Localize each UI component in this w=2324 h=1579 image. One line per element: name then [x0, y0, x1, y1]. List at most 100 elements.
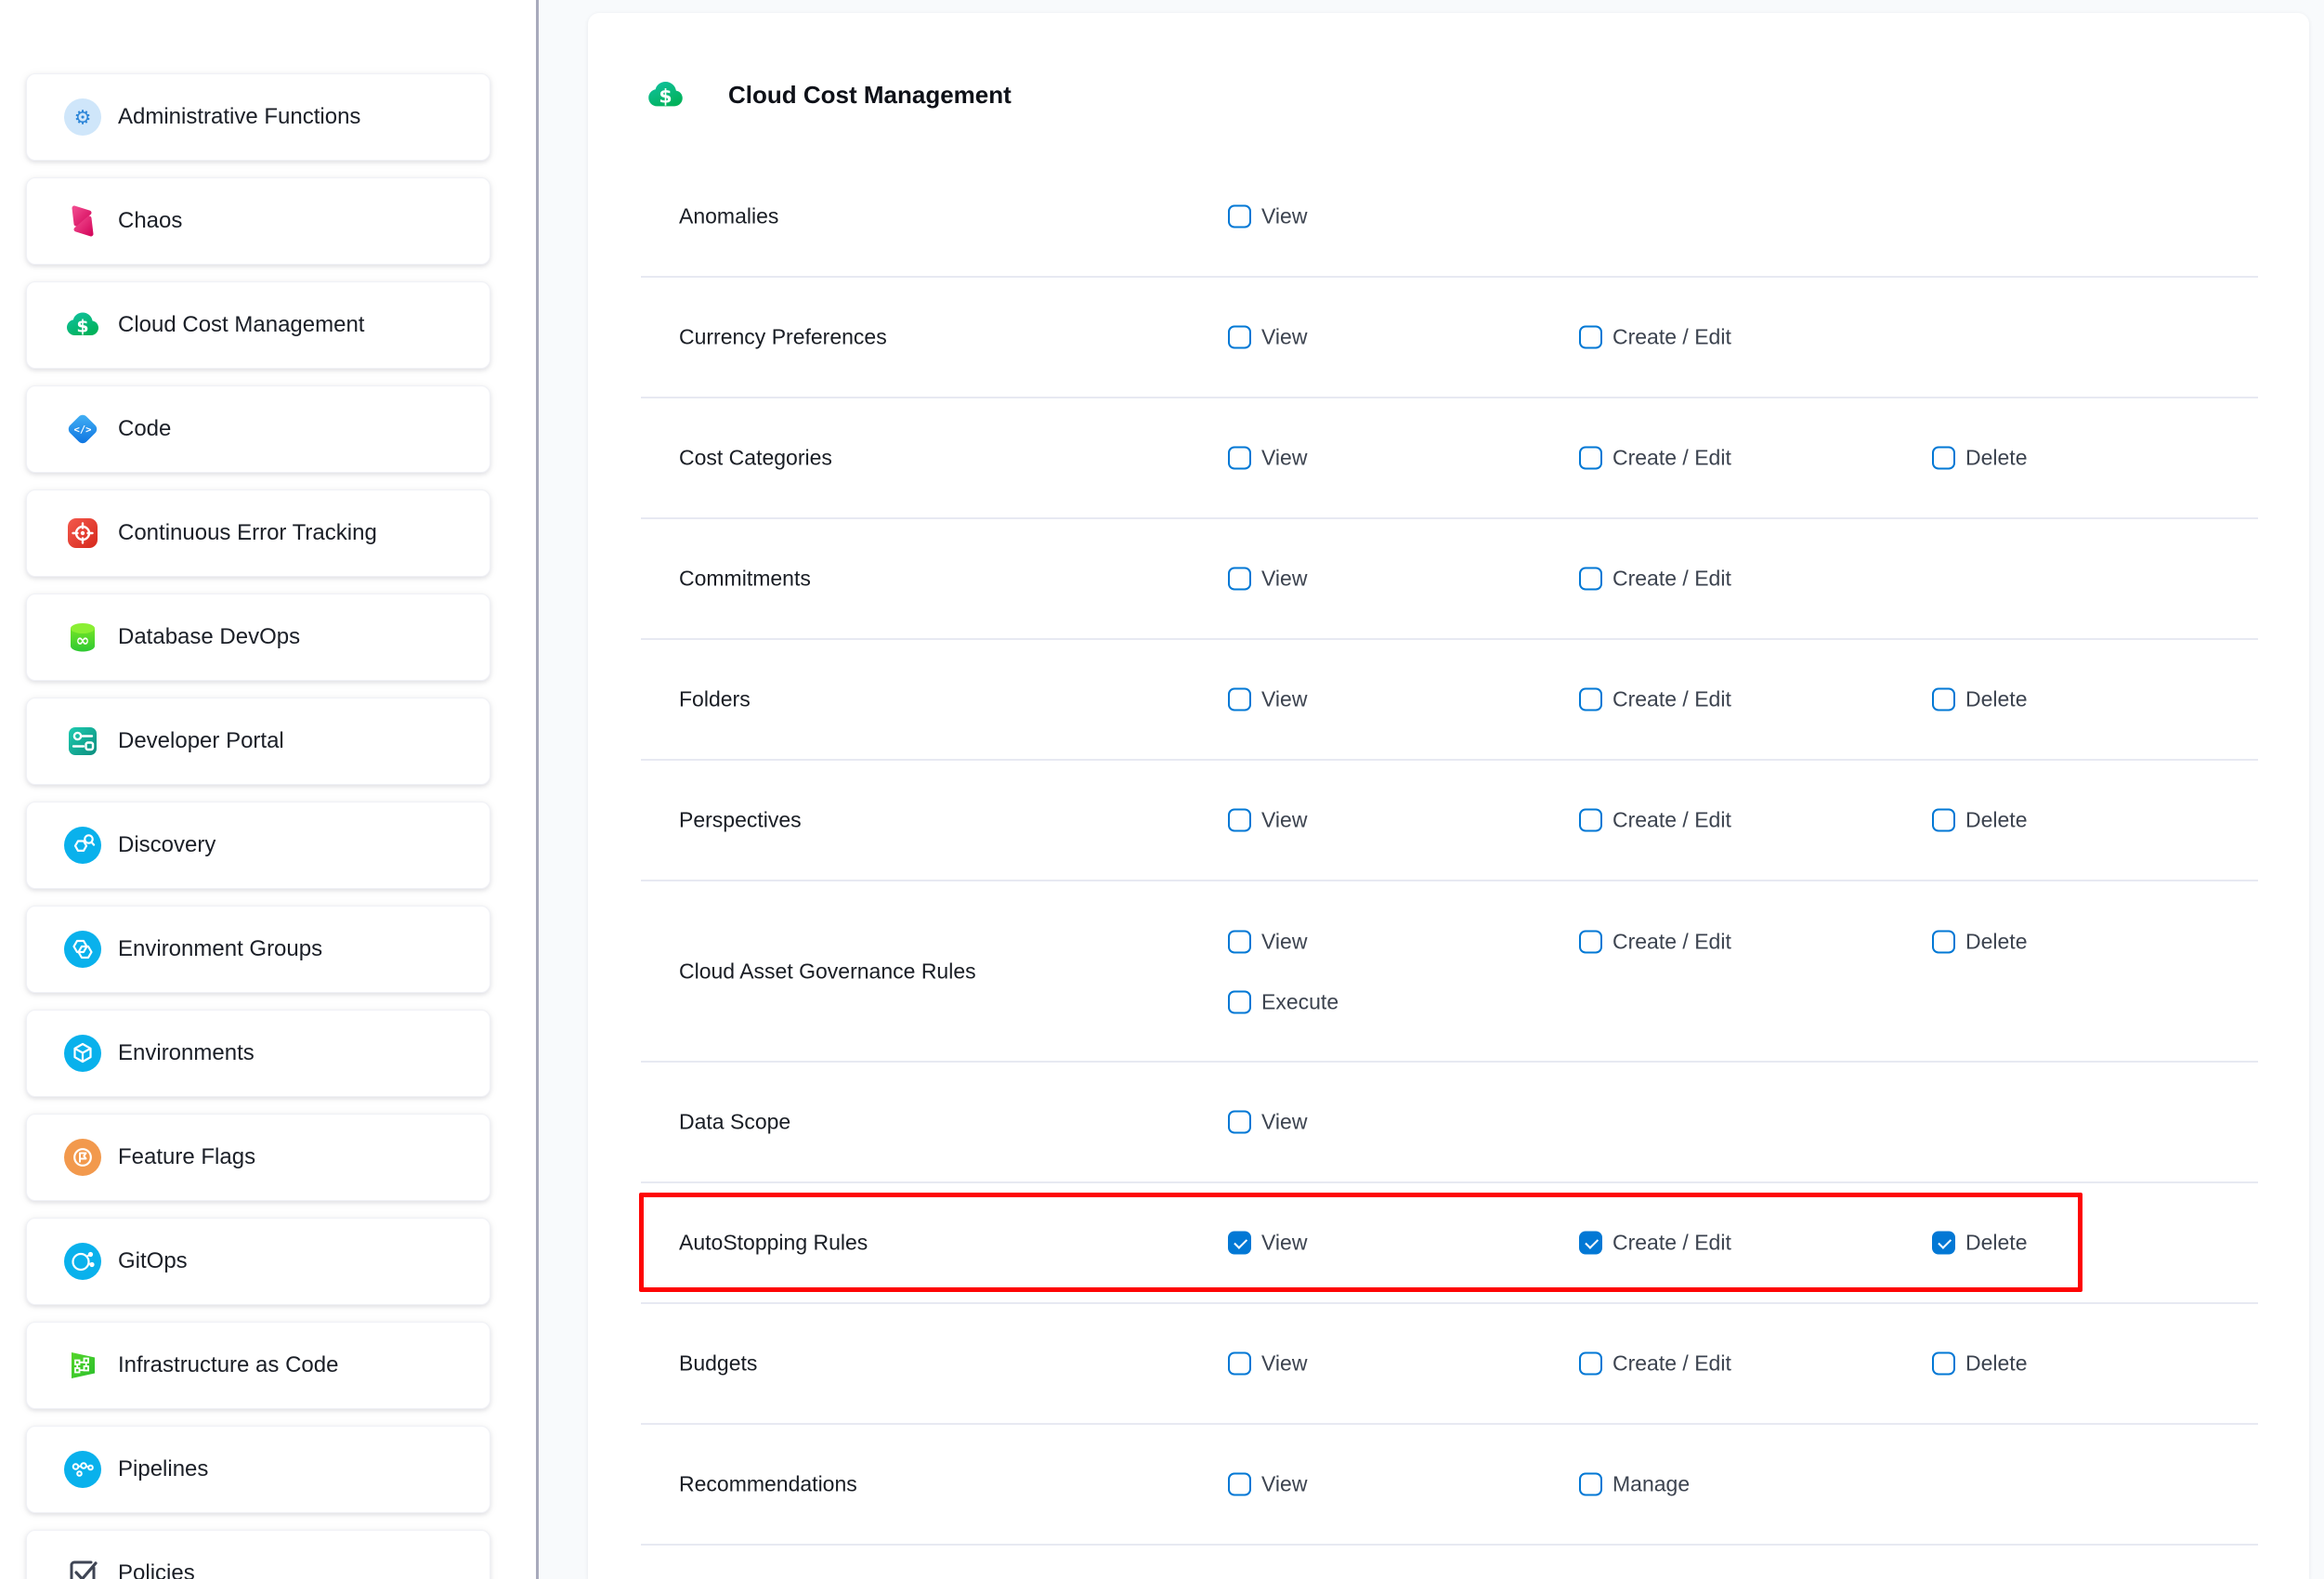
sidebar-item-cloud-cost-management[interactable]: $Cloud Cost Management — [26, 281, 490, 369]
checkbox-unchecked-icon[interactable] — [1228, 447, 1251, 470]
sidebar-item-label: Code — [118, 416, 171, 442]
view-checkbox[interactable]: View — [1228, 1231, 1307, 1256]
sidebar-item-administrative-functions[interactable]: ⚙ Administrative Functions — [26, 73, 490, 161]
sidebar-item-label: Developer Portal — [118, 728, 284, 754]
checkbox-unchecked-icon[interactable] — [1228, 568, 1251, 591]
sidebar-item-pipelines[interactable]: Pipelines — [26, 1426, 490, 1513]
view-checkbox[interactable]: View — [1228, 446, 1307, 471]
sidebar-item-feature-flags[interactable]: Feature Flags — [26, 1114, 490, 1201]
permissions-panel: $ Cloud Cost Management AnomaliesViewCur… — [588, 13, 2309, 1579]
sidebar-item-continuous-error-tracking[interactable]: Continuous Error Tracking — [26, 489, 490, 577]
svg-text:⚙: ⚙ — [74, 107, 92, 129]
view-checkbox[interactable]: View — [1228, 204, 1307, 229]
sidebar-item-code[interactable]: </> Code — [26, 385, 490, 473]
create-edit-checkbox[interactable]: Create / Edit — [1579, 930, 1731, 955]
code-brackets-icon: </> — [64, 411, 101, 448]
delete-checkbox[interactable]: Delete — [1932, 687, 2027, 712]
create-edit-checkbox[interactable]: Create / Edit — [1579, 567, 1731, 592]
sidebar-item-label: Cloud Cost Management — [118, 312, 364, 338]
sidebar-item-gitops[interactable]: GitOps — [26, 1218, 490, 1305]
checkbox-unchecked-icon[interactable] — [1228, 990, 1251, 1013]
sidebar-item-discovery[interactable]: Discovery — [26, 802, 490, 889]
checkbox-unchecked-icon[interactable] — [1228, 688, 1251, 711]
permission-label: View — [1261, 1110, 1307, 1135]
permission-label: Execute — [1261, 989, 1338, 1014]
checkbox-unchecked-icon[interactable] — [1579, 326, 1602, 349]
checkbox-unchecked-icon[interactable] — [1932, 688, 1955, 711]
hexagon-magnifier-icon — [64, 827, 101, 864]
permission-label: View — [1261, 1472, 1307, 1497]
sidebar-item-developer-portal[interactable]: Developer Portal — [26, 698, 490, 785]
checkbox-unchecked-icon[interactable] — [1579, 447, 1602, 470]
delete-checkbox[interactable]: Delete — [1932, 930, 2027, 955]
create-edit-checkbox[interactable]: Create / Edit — [1579, 325, 1731, 350]
sidebar-item-policies[interactable]: Policies — [26, 1530, 490, 1579]
create-edit-checkbox[interactable]: Create / Edit — [1579, 446, 1731, 471]
permission-row-cloud-asset-governance-rules: Cloud Asset Governance RulesViewCreate /… — [641, 881, 2258, 1063]
create-edit-checkbox[interactable]: Create / Edit — [1579, 808, 1731, 833]
checkbox-unchecked-icon[interactable] — [1579, 931, 1602, 954]
delete-checkbox[interactable]: Delete — [1932, 808, 2027, 833]
sliders-icon — [64, 723, 101, 760]
checkbox-unchecked-icon[interactable] — [1579, 688, 1602, 711]
permission-row-recommendations: RecommendationsViewManage — [641, 1425, 2258, 1546]
sidebar-item-infrastructure-as-code[interactable]: Infrastructure as Code — [26, 1322, 490, 1409]
checkbox-unchecked-icon[interactable] — [1579, 1473, 1602, 1496]
permission-label: Delete — [1965, 687, 2027, 712]
permission-label: Create / Edit — [1612, 808, 1731, 833]
sidebar-item-environments[interactable]: Environments — [26, 1010, 490, 1097]
checkbox-checked-icon[interactable] — [1932, 1232, 1955, 1255]
hexagons-icon — [64, 931, 101, 968]
sidebar-item-database-devops[interactable]: ∞Database DevOps — [26, 594, 490, 681]
checkbox-checked-icon[interactable] — [1579, 1232, 1602, 1255]
checkbox-unchecked-icon[interactable] — [1932, 1352, 1955, 1376]
permission-label: Create / Edit — [1612, 325, 1731, 350]
permission-label: Create / Edit — [1612, 1231, 1731, 1256]
checkbox-unchecked-icon[interactable] — [1579, 568, 1602, 591]
sidebar-item-environment-groups[interactable]: Environment Groups — [26, 906, 490, 993]
delete-checkbox[interactable]: Delete — [1932, 1231, 2027, 1256]
checkbox-checked-icon[interactable] — [1228, 1232, 1251, 1255]
view-checkbox[interactable]: View — [1228, 1110, 1307, 1135]
permission-label: Create / Edit — [1612, 446, 1731, 471]
cloud-dollar-icon: $ — [646, 75, 685, 115]
sidebar-item-label: Policies — [118, 1560, 195, 1579]
execute-checkbox[interactable]: Execute — [1228, 989, 1338, 1014]
view-checkbox[interactable]: View — [1228, 687, 1307, 712]
permission-row-cost-categories: Cost CategoriesViewCreate / EditDelete — [641, 398, 2258, 519]
panel-resize-divider[interactable] — [536, 0, 539, 1579]
checkbox-unchecked-icon[interactable] — [1228, 326, 1251, 349]
sidebar-item-label: Discovery — [118, 832, 215, 858]
permission-row-anomalies: AnomaliesView — [641, 157, 2258, 278]
create-edit-checkbox[interactable]: Create / Edit — [1579, 1351, 1731, 1377]
checkbox-unchecked-icon[interactable] — [1228, 809, 1251, 832]
delete-checkbox[interactable]: Delete — [1932, 1351, 2027, 1377]
permission-label: Delete — [1965, 1351, 2027, 1377]
sidebar-item-label: Continuous Error Tracking — [118, 520, 377, 546]
view-checkbox[interactable]: View — [1228, 567, 1307, 592]
sidebar-item-chaos[interactable]: Chaos — [26, 177, 490, 265]
checkbox-unchecked-icon[interactable] — [1932, 809, 1955, 832]
manage-checkbox[interactable]: Manage — [1579, 1472, 1690, 1497]
checkbox-unchecked-icon[interactable] — [1932, 931, 1955, 954]
checkbox-unchecked-icon[interactable] — [1579, 1352, 1602, 1376]
checkbox-unchecked-icon[interactable] — [1932, 447, 1955, 470]
checkbox-unchecked-icon[interactable] — [1228, 931, 1251, 954]
create-edit-checkbox[interactable]: Create / Edit — [1579, 687, 1731, 712]
create-edit-checkbox[interactable]: Create / Edit — [1579, 1231, 1731, 1256]
delete-checkbox[interactable]: Delete — [1932, 446, 2027, 471]
view-checkbox[interactable]: View — [1228, 808, 1307, 833]
view-checkbox[interactable]: View — [1228, 930, 1307, 955]
sidebar-item-label: Administrative Functions — [118, 104, 360, 130]
checkbox-unchecked-icon[interactable] — [1228, 1473, 1251, 1496]
view-checkbox[interactable]: View — [1228, 1351, 1307, 1377]
checkbox-unchecked-icon[interactable] — [1228, 1352, 1251, 1376]
view-checkbox[interactable]: View — [1228, 325, 1307, 350]
permission-label: Delete — [1965, 446, 2027, 471]
checkbox-unchecked-icon[interactable] — [1228, 1111, 1251, 1134]
checkbox-unchecked-icon[interactable] — [1579, 809, 1602, 832]
permission-row-commitments: Commitments View Create / Edit — [641, 519, 2258, 640]
resource-label: Commitments — [679, 567, 811, 592]
checkbox-unchecked-icon[interactable] — [1228, 205, 1251, 228]
view-checkbox[interactable]: View — [1228, 1472, 1307, 1497]
